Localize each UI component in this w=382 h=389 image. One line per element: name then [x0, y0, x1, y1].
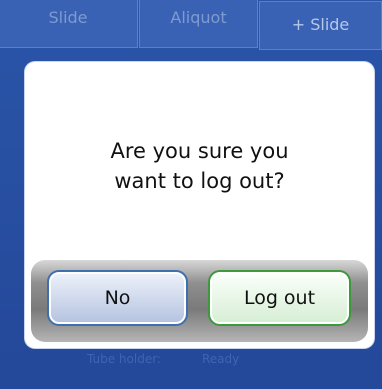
tab-add-slide-label: + Slide [291, 15, 350, 34]
dialog-message-line2: want to log out? [114, 169, 285, 193]
tab-slide[interactable]: Slide [0, 0, 138, 48]
tube-holder-status: Ready [202, 352, 240, 366]
tab-slide-label: Slide [48, 8, 88, 27]
logout-button[interactable]: Log out [208, 270, 351, 326]
dialog-button-bar: No Log out [31, 260, 368, 342]
dialog-message-line1: Are you sure you [110, 139, 289, 163]
tube-holder-label: Tube holder: [87, 352, 161, 366]
logout-confirm-dialog: Are you sure you want to log out? No Log… [25, 62, 374, 348]
tab-aliquot-label: Aliquot [170, 8, 227, 27]
status-bar: Tube holder: Ready [0, 352, 382, 372]
no-button[interactable]: No [47, 270, 188, 326]
tab-aliquot[interactable]: Aliquot [139, 0, 258, 48]
tab-add-slide[interactable]: + Slide [259, 1, 382, 50]
dialog-message: Are you sure you want to log out? [25, 136, 374, 196]
